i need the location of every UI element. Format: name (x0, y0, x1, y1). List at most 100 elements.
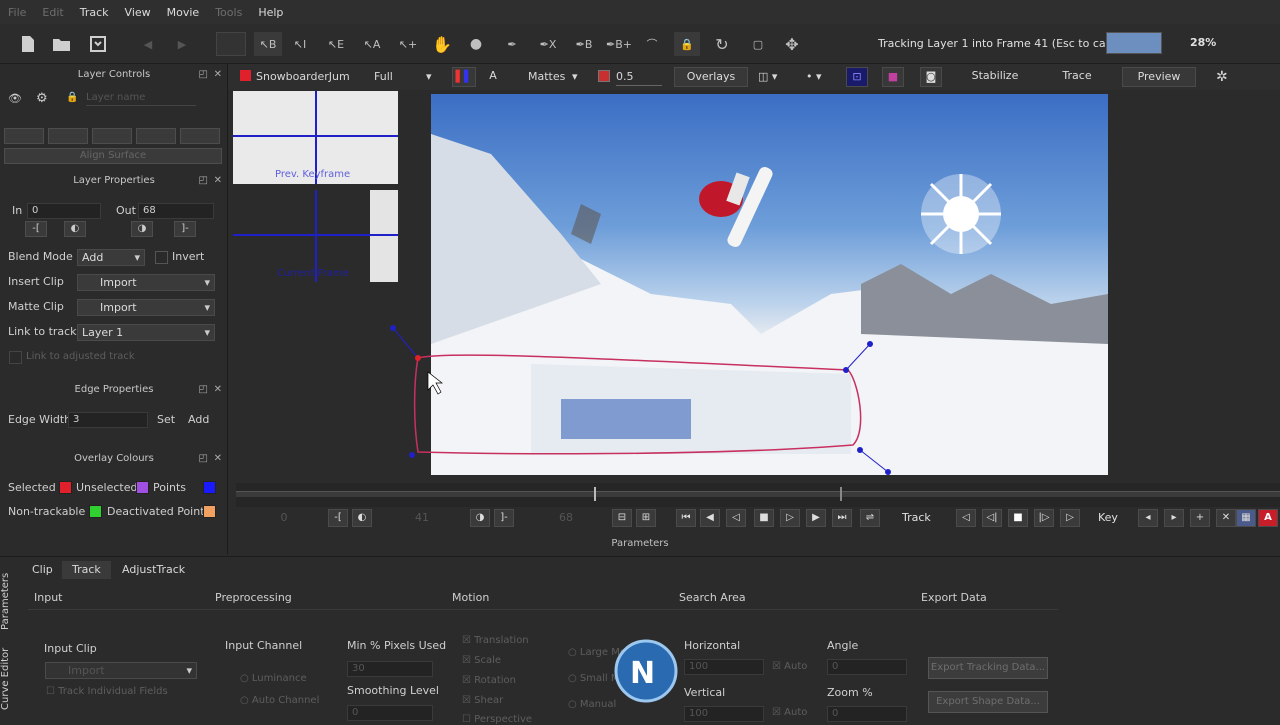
deactivated-color-swatch[interactable] (203, 505, 216, 518)
link-adjusted-checkbox[interactable] (9, 351, 22, 364)
new-file-icon[interactable] (16, 32, 40, 56)
key-all-button[interactable]: ▦ (1236, 509, 1256, 527)
matte-view-icon[interactable]: ◙ (920, 67, 942, 87)
goto-end-button[interactable]: ◑ (470, 509, 490, 527)
matte-color-icon[interactable] (598, 70, 610, 82)
pen-b-plus-icon[interactable]: ✒ B+ (604, 32, 634, 56)
end-frame-field[interactable]: 68 (526, 511, 606, 524)
close-icon[interactable]: ✕ (214, 172, 222, 190)
goto-out-button[interactable]: ◑ (131, 221, 153, 237)
redo-icon[interactable]: ▶ (172, 32, 192, 56)
vertical-auto-checkbox[interactable]: ☒ Auto (772, 707, 807, 718)
edge-set-button[interactable]: Set (157, 413, 175, 426)
loop-button[interactable]: ⇌ (860, 509, 880, 527)
float-icon[interactable]: ◰ (199, 381, 208, 399)
align-surface-button[interactable]: Align Surface (4, 148, 222, 164)
overlay-mode-dropdown[interactable]: ◫ ▾ (758, 68, 794, 86)
overlays-button[interactable]: Overlays (674, 67, 748, 87)
set-out-button[interactable]: ]- (174, 221, 196, 237)
gear-icon[interactable]: ⚙ (36, 91, 48, 106)
track-backward-all-button[interactable]: ◁ (956, 509, 976, 527)
set-out-point-button[interactable]: ]- (494, 509, 514, 527)
link-to-track-dropdown[interactable]: Layer 1 (77, 324, 215, 341)
horizontal-auto-checkbox[interactable]: ☒ Auto (772, 661, 807, 672)
save-icon[interactable] (86, 32, 110, 56)
spline-point[interactable] (409, 452, 415, 458)
current-frame-field[interactable]: 41 (382, 511, 462, 524)
spline-overlay[interactable] (228, 90, 1280, 482)
fit-timeline-button[interactable]: ⊞ (636, 509, 656, 527)
select-a-tool[interactable]: ↖ A (360, 32, 384, 56)
mattes-dropdown[interactable]: Mattes ▾ (528, 68, 584, 86)
track-forward-button[interactable]: |▷ (1034, 509, 1054, 527)
crop-icon[interactable]: ▢ (746, 32, 770, 56)
step-forward-button[interactable]: ▷ (780, 509, 800, 527)
rotation-checkbox[interactable]: ☒ Rotation (462, 675, 516, 686)
layer-btn-1[interactable] (4, 128, 44, 144)
point-size-dropdown[interactable]: • ▾ (806, 68, 836, 86)
edge-add-button[interactable]: Add (188, 413, 209, 426)
circle-icon[interactable]: ● (466, 32, 486, 56)
manual-radio[interactable]: ○ Manual (568, 699, 616, 710)
clip-name[interactable]: SnowboarderJum (256, 68, 366, 86)
spline-point[interactable] (857, 447, 863, 453)
timeline-track[interactable] (236, 491, 1280, 497)
select-e-tool[interactable]: ↖ E (324, 32, 348, 56)
in-field[interactable]: 0 (27, 203, 101, 219)
track-forward-all-button[interactable]: ▷ (1060, 509, 1080, 527)
menu-edit[interactable]: Edit (42, 6, 63, 19)
color-swatch[interactable] (216, 32, 246, 56)
lock-icon[interactable]: 🔒 (674, 32, 700, 56)
next-key-button[interactable]: ▸ (1164, 509, 1184, 527)
stabilize-button[interactable]: Stabilize (958, 67, 1032, 87)
prev-key-button[interactable]: ◂ (1138, 509, 1158, 527)
rotate-icon[interactable]: ↻ (710, 32, 734, 56)
preview-button[interactable]: Preview (1122, 67, 1196, 87)
edge-width-field[interactable]: 3 (68, 412, 148, 428)
angle-field[interactable]: 0 (827, 659, 907, 675)
playhead[interactable] (594, 487, 596, 501)
float-icon[interactable]: ◰ (199, 450, 208, 468)
points-color-swatch[interactable] (203, 481, 216, 494)
tab-adjust-track[interactable]: AdjustTrack (112, 561, 195, 579)
pen-x-icon[interactable]: ✒ X (534, 32, 562, 56)
goto-start-button[interactable]: ◐ (352, 509, 372, 527)
spline-point-selected[interactable] (415, 355, 421, 361)
hand-icon[interactable]: ✋ (430, 32, 454, 56)
trace-button[interactable]: Trace (1040, 67, 1114, 87)
export-tracking-button[interactable]: Export Tracking Data... (928, 657, 1048, 679)
matte-clip-dropdown[interactable]: Import (77, 299, 215, 316)
select-i-tool[interactable]: ↖ I (288, 32, 312, 56)
track-fields-checkbox[interactable]: ☐ Track Individual Fields (46, 686, 168, 697)
move-icon[interactable]: ✥ (780, 32, 804, 56)
layer-btn-4[interactable] (136, 128, 176, 144)
luminance-radio[interactable]: ○ Luminance (240, 673, 307, 684)
side-tab-curve-editor[interactable]: Curve Editor (0, 641, 22, 717)
add-key-button[interactable]: + (1190, 509, 1210, 527)
non-trackable-color-swatch[interactable] (89, 505, 102, 518)
lock-layer-icon[interactable]: 🔒 (66, 92, 78, 103)
undo-icon[interactable]: ◀ (138, 32, 158, 56)
smoothing-field[interactable]: 0 (347, 705, 433, 721)
grid-icon[interactable]: ■ (882, 67, 904, 87)
input-clip-dropdown[interactable]: Import (45, 662, 197, 679)
tab-clip[interactable]: Clip (22, 561, 63, 579)
close-icon[interactable]: ✕ (214, 66, 222, 84)
curve-icon[interactable]: ⌒ (640, 32, 664, 56)
autokey-button[interactable]: A (1258, 509, 1278, 527)
close-icon[interactable]: ✕ (214, 450, 222, 468)
alpha-channel-icon[interactable]: A (482, 67, 504, 87)
tangent-handle[interactable] (885, 469, 891, 475)
quality-dropdown[interactable]: Full ▾ (374, 68, 434, 86)
scale-checkbox[interactable]: ☒ Scale (462, 655, 501, 666)
close-icon[interactable]: ✕ (214, 381, 222, 399)
tab-track[interactable]: Track (62, 561, 111, 579)
play-backward-button[interactable]: ◀ (700, 509, 720, 527)
settings-icon[interactable]: ✲ (1216, 68, 1236, 86)
out-field[interactable]: 68 (138, 203, 214, 219)
stop-button[interactable]: ■ (754, 509, 774, 527)
layer-name-field[interactable]: Layer name (86, 92, 196, 106)
unselected-color-swatch[interactable] (136, 481, 149, 494)
spline-point[interactable] (843, 367, 849, 373)
layer-btn-2[interactable] (48, 128, 88, 144)
